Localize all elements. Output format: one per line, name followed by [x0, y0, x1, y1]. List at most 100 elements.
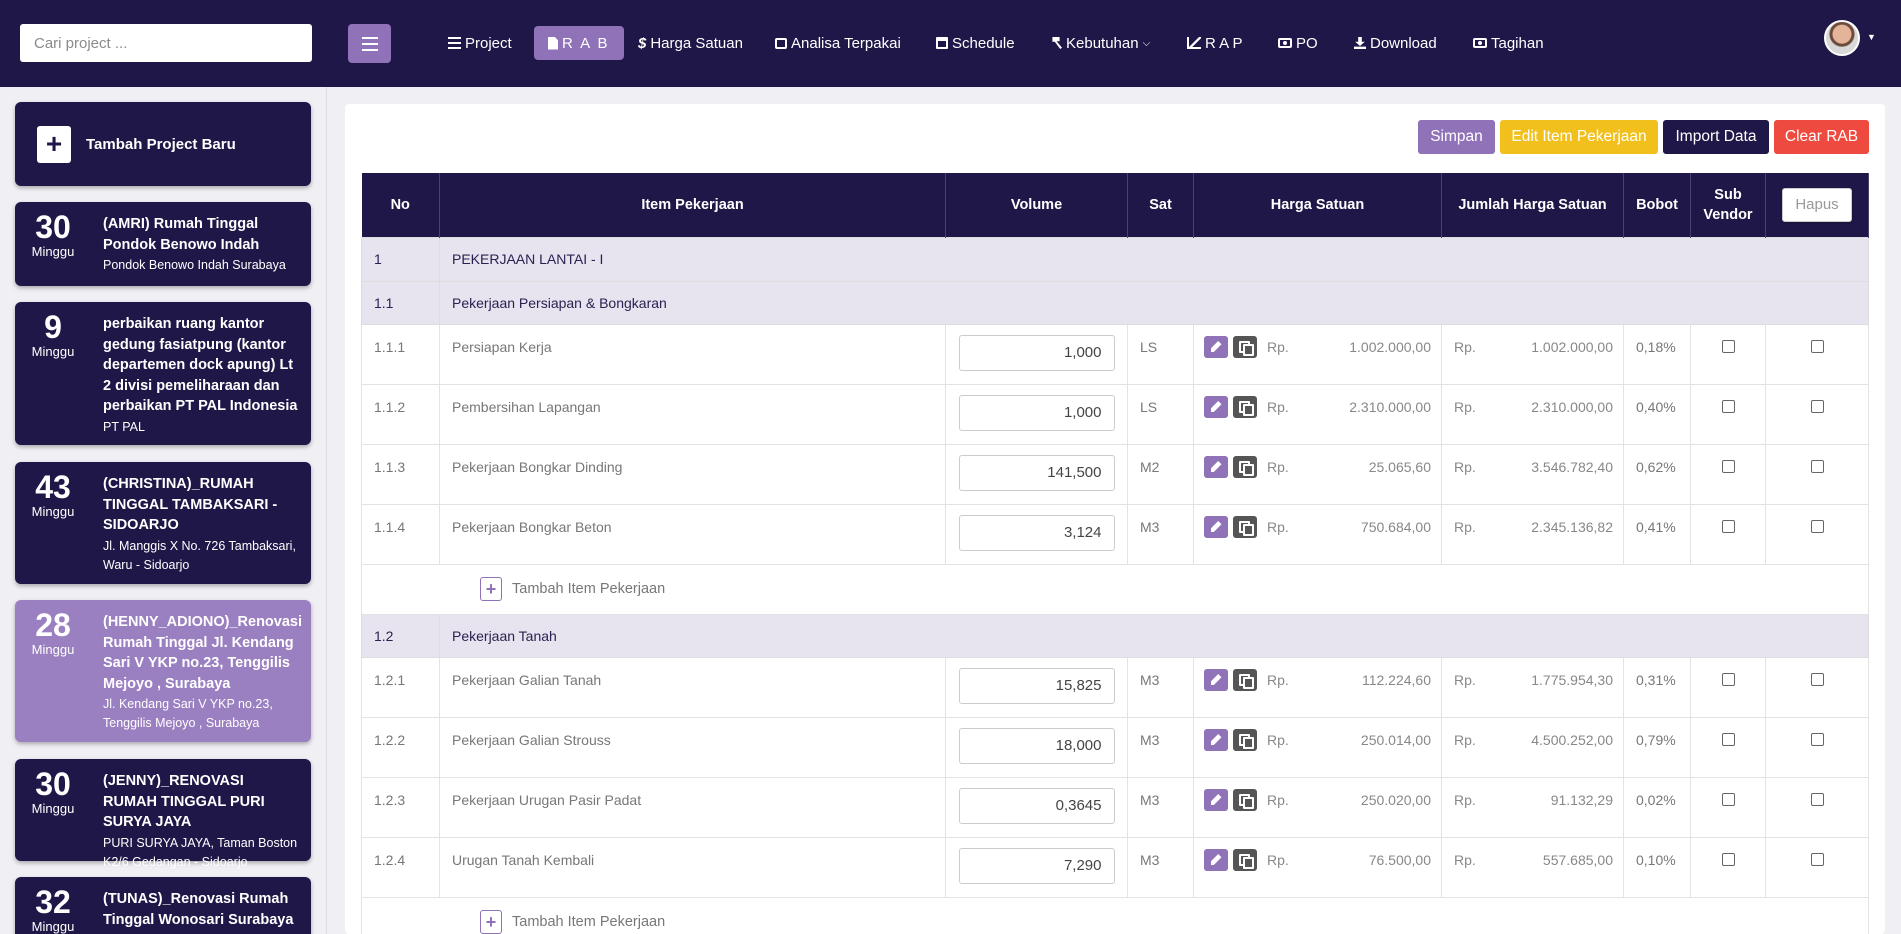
hapus-cell — [1765, 716, 1869, 778]
project-weeks-unit: Minggu — [31, 642, 75, 657]
hapus-checkbox[interactable] — [1810, 852, 1824, 866]
edit-harga-button[interactable] — [1204, 788, 1228, 811]
sub-vendor-checkbox[interactable] — [1721, 672, 1735, 686]
volume-input[interactable] — [958, 334, 1115, 371]
project-card[interactable]: 9 Minggu perbaikan ruang kantor gedung fa… — [15, 302, 311, 445]
subsection-row: 1.2 Pekerjaan Tanah — [361, 613, 1869, 658]
hapus-checkbox[interactable] — [1810, 672, 1824, 686]
sub-vendor-cell — [1690, 776, 1766, 838]
rab-panel: Simpan Edit Item Pekerjaan Import Data C… — [345, 104, 1885, 934]
add-project-button[interactable]: + Tambah Project Baru — [15, 102, 311, 186]
sub-vendor-checkbox[interactable] — [1721, 732, 1735, 746]
nav-po[interactable]: PO — [1278, 26, 1318, 60]
nav-schedule-label: Schedule — [952, 34, 1015, 52]
project-card[interactable]: 43 Minggu (CHRISTINA)_RUMAH TINGGAL TAMBA… — [15, 462, 311, 584]
nav-rab[interactable]: R A B — [534, 26, 624, 60]
edit-harga-button[interactable] — [1204, 728, 1228, 751]
item-no: 1.2.2 — [361, 716, 440, 778]
nav-rap[interactable]: R A P — [1187, 26, 1243, 60]
copy-harga-button[interactable] — [1233, 515, 1257, 538]
jumlah-harga-value: 2.345.136,82 — [1531, 518, 1613, 535]
table-header-row: No Item Pekerjaan Volume Sat Harga Satua… — [361, 173, 1869, 237]
volume-input[interactable] — [958, 727, 1115, 764]
nav-download[interactable]: Download — [1354, 26, 1437, 60]
hapus-checkbox[interactable] — [1810, 399, 1824, 413]
hapus-button[interactable]: Hapus — [1782, 187, 1852, 222]
simpan-button[interactable]: Simpan — [1418, 120, 1495, 154]
harga-satuan-cell: Rp. 1.002.000,00 — [1193, 323, 1442, 385]
menu-toggle-button[interactable] — [348, 24, 391, 63]
item-unit: M3 — [1127, 836, 1194, 898]
edit-harga-button[interactable] — [1204, 848, 1228, 871]
jumlah-harga-cell: Rp. 91.132,29 — [1441, 776, 1624, 838]
volume-input[interactable] — [958, 454, 1115, 491]
jumlah-harga-cell: Rp. 2.345.136,82 — [1441, 503, 1624, 565]
project-card[interactable]: 30 Minggu (JENNY)_RENOVASI RUMAH TINGGAL … — [15, 759, 311, 869]
search-input[interactable] — [20, 24, 312, 62]
harga-satuan-wrap: Rp. 112.224,60 — [1194, 668, 1441, 702]
hapus-checkbox[interactable] — [1810, 339, 1824, 353]
copy-harga-button[interactable] — [1233, 395, 1257, 418]
edit-harga-button[interactable] — [1204, 668, 1228, 691]
copy-harga-button[interactable] — [1233, 728, 1257, 751]
item-name: Pekerjaan Bongkar Beton — [439, 503, 946, 565]
add-item-button[interactable]: + Tambah Item Pekerjaan — [480, 910, 1868, 934]
sub-vendor-checkbox[interactable] — [1721, 339, 1735, 353]
sub-vendor-checkbox[interactable] — [1721, 519, 1735, 533]
project-sidebar: + Tambah Project Baru 30 Minggu (AMRI) Ru… — [0, 87, 327, 934]
project-card[interactable]: 32 Minggu (TUNAS)_Renovasi Rumah Tinggal … — [15, 877, 311, 934]
sub-vendor-checkbox[interactable] — [1721, 399, 1735, 413]
import-data-button[interactable]: Import Data — [1663, 120, 1769, 154]
volume-input[interactable] — [958, 787, 1115, 824]
copy-harga-button[interactable] — [1233, 335, 1257, 358]
volume-input[interactable] — [958, 667, 1115, 704]
volume-input[interactable] — [958, 847, 1115, 884]
volume-cell — [945, 323, 1128, 385]
hapus-cell — [1765, 656, 1869, 718]
volume-input[interactable] — [958, 394, 1115, 431]
sub-vendor-checkbox[interactable] — [1721, 792, 1735, 806]
nav-harga-satuan[interactable]: $ Harga Satuan — [638, 26, 743, 60]
edit-item-pekerjaan-button[interactable]: Edit Item Pekerjaan — [1500, 120, 1658, 154]
nav-tagihan[interactable]: Tagihan — [1473, 26, 1544, 60]
sub-vendor-checkbox[interactable] — [1721, 459, 1735, 473]
hapus-checkbox[interactable] — [1810, 732, 1824, 746]
volume-cell — [945, 443, 1128, 505]
currency-label: Rp. — [1267, 671, 1289, 688]
nav-project[interactable]: Project — [448, 26, 512, 60]
item-bobot: 0,40% — [1623, 383, 1691, 445]
edit-harga-button[interactable] — [1204, 395, 1228, 418]
item-bobot: 0,10% — [1623, 836, 1691, 898]
add-item-cell: + Tambah Item Pekerjaan — [361, 563, 1869, 615]
caret-down-icon[interactable]: ▼ — [1867, 32, 1876, 42]
copy-harga-button[interactable] — [1233, 455, 1257, 478]
sub-vendor-checkbox[interactable] — [1721, 852, 1735, 866]
edit-harga-button[interactable] — [1204, 455, 1228, 478]
jumlah-harga-cell: Rp. 1.002.000,00 — [1441, 323, 1624, 385]
nav-analisa-terpakai[interactable]: Analisa Terpakai — [775, 26, 901, 60]
hapus-cell — [1765, 836, 1869, 898]
jumlah-harga-wrap: Rp. 3.546.782,40 — [1442, 459, 1623, 489]
area-chart-icon — [1187, 37, 1201, 49]
clear-rab-button[interactable]: Clear RAB — [1774, 120, 1869, 154]
edit-harga-button[interactable] — [1204, 515, 1228, 538]
project-card-active[interactable]: 28 Minggu (HENNY_ADIONO)_Renovasi Rumah T… — [15, 600, 311, 742]
volume-input[interactable] — [958, 514, 1115, 551]
project-card[interactable]: 30 Minggu (AMRI) Rumah Tinggal Pondok Ben… — [15, 202, 311, 286]
hapus-checkbox[interactable] — [1810, 459, 1824, 473]
item-name: Pekerjaan Galian Strouss — [439, 716, 946, 778]
add-item-button[interactable]: + Tambah Item Pekerjaan — [480, 577, 1868, 601]
copy-harga-button[interactable] — [1233, 848, 1257, 871]
hapus-checkbox[interactable] — [1810, 792, 1824, 806]
item-no: 1.2.1 — [361, 656, 440, 718]
nav-kebutuhan[interactable]: Kebutuhan ⌵ — [1050, 26, 1150, 60]
user-avatar[interactable] — [1824, 20, 1860, 56]
jumlah-harga-value: 3.546.782,40 — [1531, 458, 1613, 475]
hapus-checkbox[interactable] — [1810, 519, 1824, 533]
nav-schedule[interactable]: Schedule — [936, 26, 1015, 60]
copy-harga-button[interactable] — [1233, 788, 1257, 811]
edit-harga-button[interactable] — [1204, 335, 1228, 358]
project-weeks: 32 — [35, 884, 71, 920]
copy-harga-button[interactable] — [1233, 668, 1257, 691]
sub-vendor-cell — [1690, 503, 1766, 565]
